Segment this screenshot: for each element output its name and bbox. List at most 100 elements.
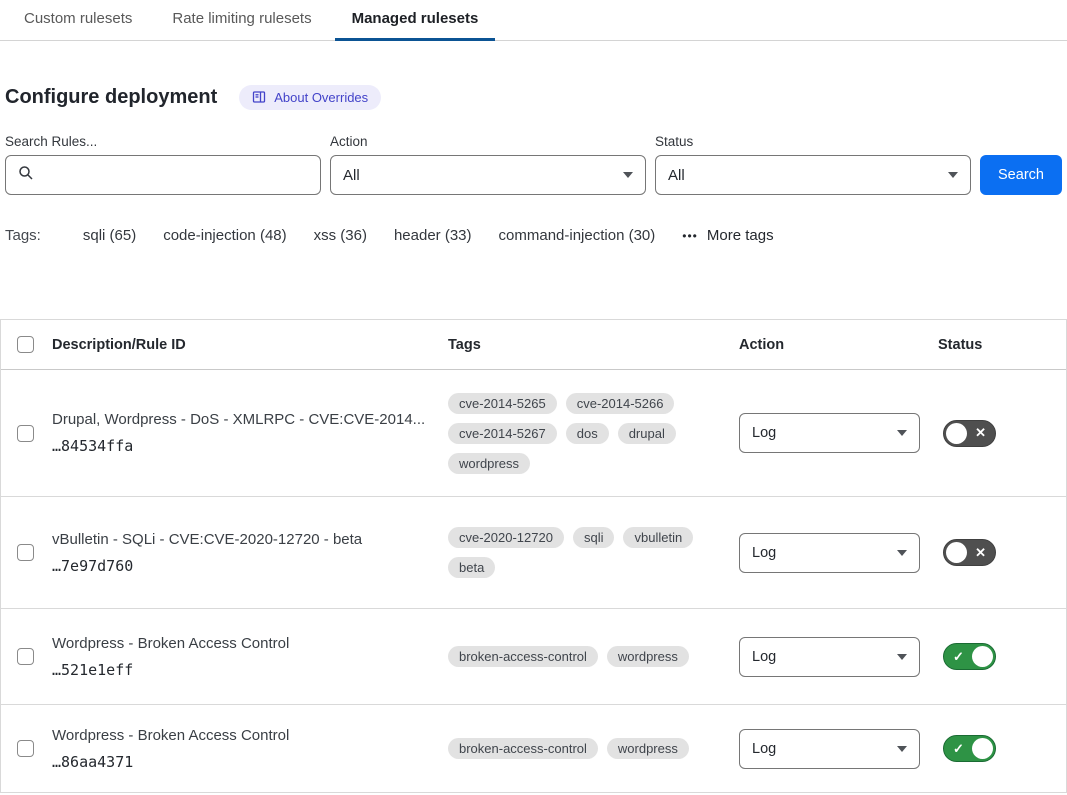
rule-description-cell: Wordpress - Broken Access Control …521e1… <box>52 635 448 679</box>
search-input-box[interactable] <box>5 155 321 195</box>
rule-id: …86aa4371 <box>52 753 428 771</box>
tag-pill: vbulletin <box>623 527 693 548</box>
chevron-down-icon <box>897 746 907 752</box>
rule-title: vBulletin - SQLi - CVE:CVE-2020-12720 - … <box>52 531 428 548</box>
chevron-down-icon <box>897 550 907 556</box>
rule-action-value: Log <box>752 741 897 757</box>
status-toggle[interactable]: ✓ <box>943 643 996 670</box>
column-header-status: Status <box>938 337 1066 353</box>
tab-custom-rulesets[interactable]: Custom rulesets <box>24 0 132 41</box>
rule-title: Drupal, Wordpress - DoS - XMLRPC - CVE:C… <box>52 411 428 428</box>
filter-bar: Search Rules... Action All Status <box>5 134 1062 195</box>
chevron-down-icon <box>948 172 958 178</box>
rule-description-cell: Drupal, Wordpress - DoS - XMLRPC - CVE:C… <box>52 411 448 455</box>
tag-pill: dos <box>566 423 609 444</box>
heading-row: Configure deployment About Overrides <box>5 83 1067 111</box>
rule-description-cell: Wordpress - Broken Access Control …86aa4… <box>52 727 448 771</box>
tag-pill: cve-2014-5265 <box>448 393 557 414</box>
action-field-group: Action All <box>330 134 646 195</box>
ellipsis-icon: ••• <box>682 229 698 243</box>
tag-pill: cve-2014-5267 <box>448 423 557 444</box>
action-filter-value: All <box>343 167 623 184</box>
more-tags-label: More tags <box>707 227 774 244</box>
tag-pill: wordpress <box>607 738 689 759</box>
row-checkbox[interactable] <box>17 740 34 757</box>
tag-pill: cve-2014-5266 <box>566 393 675 414</box>
row-checkbox[interactable] <box>17 425 34 442</box>
table-row: vBulletin - SQLi - CVE:CVE-2020-12720 - … <box>1 497 1066 609</box>
rule-action-select[interactable]: Log <box>739 637 920 677</box>
tab-managed-rulesets[interactable]: Managed rulesets <box>335 0 496 41</box>
status-field-group: Status All <box>655 134 971 195</box>
search-button[interactable]: Search <box>980 155 1062 195</box>
rule-action-select[interactable]: Log <box>739 413 920 453</box>
about-overrides-badge[interactable]: About Overrides <box>239 85 381 110</box>
tag-filter-header[interactable]: header (33) <box>394 227 472 244</box>
managed-rulesets-page: Custom rulesets Rate limiting rulesets M… <box>0 0 1067 793</box>
rule-action-value: Log <box>752 545 897 561</box>
rule-id: …521e1eff <box>52 661 428 679</box>
check-icon: ✓ <box>953 650 964 663</box>
tag-pill: sqli <box>573 527 615 548</box>
rule-tags-cell: cve-2020-12720 sqli vbulletin beta <box>448 527 739 578</box>
rule-action-value: Log <box>752 649 897 665</box>
action-field-label: Action <box>330 134 646 149</box>
search-field-label: Search Rules... <box>5 134 321 149</box>
rules-table: Description/Rule ID Tags Action Status D… <box>0 319 1067 793</box>
row-checkbox[interactable] <box>17 648 34 665</box>
chevron-down-icon <box>897 654 907 660</box>
chevron-down-icon <box>897 430 907 436</box>
action-filter-select[interactable]: All <box>330 155 646 195</box>
rule-description-cell: vBulletin - SQLi - CVE:CVE-2020-12720 - … <box>52 531 448 575</box>
tag-filter-xss[interactable]: xss (36) <box>314 227 367 244</box>
search-input[interactable] <box>42 167 308 184</box>
tag-filter-code-injection[interactable]: code-injection (48) <box>163 227 286 244</box>
tags-bar-label: Tags: <box>5 227 41 244</box>
status-toggle[interactable]: ✕ <box>943 539 996 566</box>
row-checkbox[interactable] <box>17 544 34 561</box>
status-toggle[interactable]: ✕ <box>943 420 996 447</box>
tag-pill: drupal <box>618 423 676 444</box>
table-row: Drupal, Wordpress - DoS - XMLRPC - CVE:C… <box>1 370 1066 497</box>
rule-tags-cell: broken-access-control wordpress <box>448 738 739 759</box>
rule-action-select[interactable]: Log <box>739 533 920 573</box>
toggle-knob <box>972 646 993 667</box>
tag-filter-sqli[interactable]: sqli (65) <box>83 227 136 244</box>
ruleset-tabs: Custom rulesets Rate limiting rulesets M… <box>0 0 1067 41</box>
check-icon: ✓ <box>953 742 964 755</box>
select-all-checkbox[interactable] <box>17 336 34 353</box>
search-icon <box>18 165 34 185</box>
table-row: Wordpress - Broken Access Control …86aa4… <box>1 705 1066 793</box>
table-header-row: Description/Rule ID Tags Action Status <box>1 320 1066 370</box>
status-toggle[interactable]: ✓ <box>943 735 996 762</box>
rule-title: Wordpress - Broken Access Control <box>52 727 428 744</box>
more-tags-button[interactable]: ••• More tags <box>682 227 773 244</box>
x-icon: ✕ <box>975 546 986 559</box>
column-header-description: Description/Rule ID <box>52 337 448 353</box>
tag-pill: broken-access-control <box>448 646 598 667</box>
about-overrides-label: About Overrides <box>274 90 368 105</box>
page-title: Configure deployment <box>5 86 217 109</box>
rule-tags-cell: cve-2014-5265 cve-2014-5266 cve-2014-526… <box>448 393 739 474</box>
status-filter-select[interactable]: All <box>655 155 971 195</box>
column-header-action: Action <box>739 337 938 353</box>
status-filter-value: All <box>668 167 948 184</box>
rule-action-value: Log <box>752 425 897 441</box>
book-icon <box>252 90 266 104</box>
toggle-knob <box>946 423 967 444</box>
status-field-label: Status <box>655 134 971 149</box>
toggle-knob <box>972 738 993 759</box>
rule-id: …7e97d760 <box>52 557 428 575</box>
rule-tags-cell: broken-access-control wordpress <box>448 646 739 667</box>
rule-id: …84534ffa <box>52 437 428 455</box>
tags-bar: Tags: sqli (65) code-injection (48) xss … <box>5 227 1067 244</box>
tag-pill: cve-2020-12720 <box>448 527 564 548</box>
x-icon: ✕ <box>975 426 986 439</box>
rule-action-select[interactable]: Log <box>739 729 920 769</box>
search-field-group: Search Rules... <box>5 134 321 195</box>
tab-rate-limiting-rulesets[interactable]: Rate limiting rulesets <box>172 0 311 41</box>
tag-pill: wordpress <box>448 453 530 474</box>
tag-filter-command-injection[interactable]: command-injection (30) <box>499 227 656 244</box>
rule-title: Wordpress - Broken Access Control <box>52 635 428 652</box>
column-header-tags: Tags <box>448 337 739 353</box>
